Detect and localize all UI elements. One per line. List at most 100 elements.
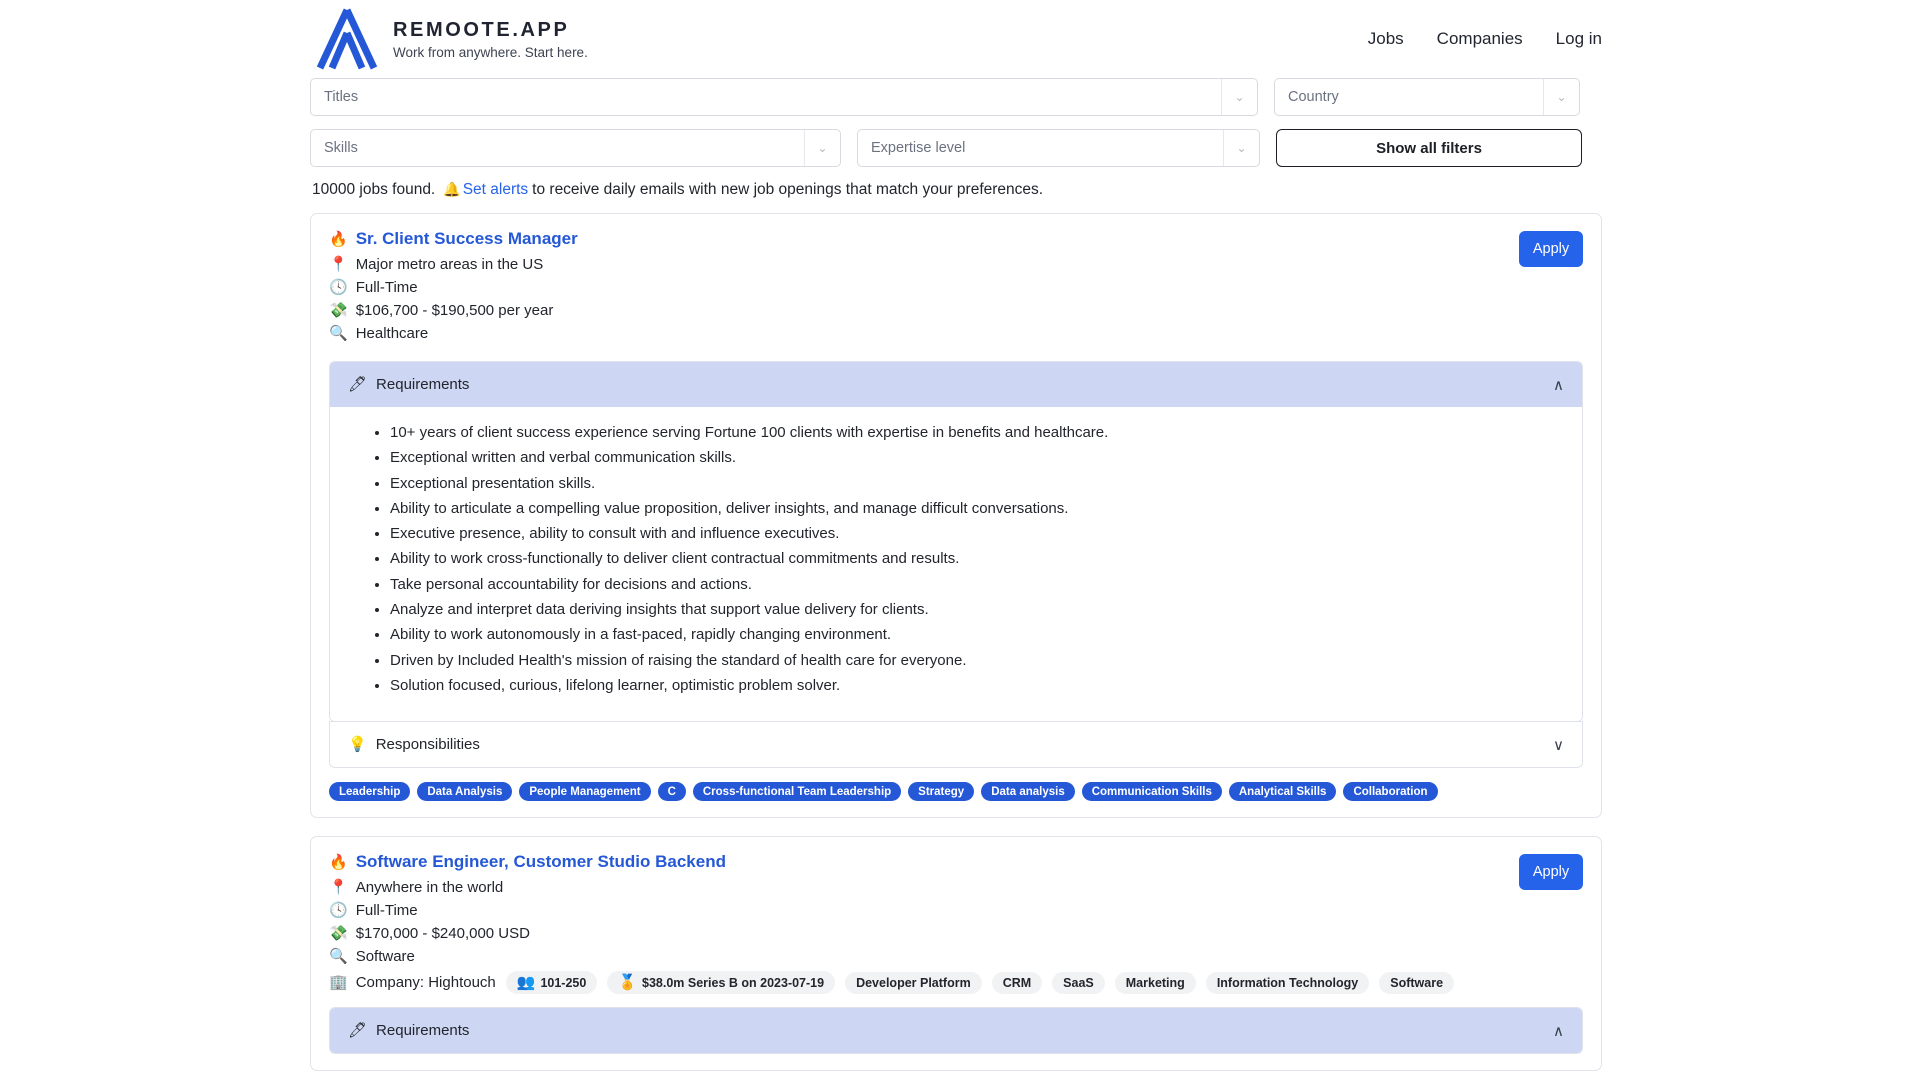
nav-item-jobs[interactable]: Jobs <box>1368 29 1404 49</box>
pin-icon: 📍 <box>329 879 348 897</box>
job-category-text: Software <box>355 948 415 966</box>
requirements-label: Requirements <box>376 376 470 393</box>
requirement-item: Ability to articulate a compelling value… <box>390 499 1582 519</box>
country-select-value: Country <box>1288 89 1339 105</box>
skill-tag[interactable]: Leadership <box>329 782 411 802</box>
industry-chip[interactable]: Information Technology <box>1205 971 1370 994</box>
building-icon: 🏢 <box>329 974 348 992</box>
titles-select[interactable]: Titles ⌄ <box>310 78 1258 116</box>
titles-select-value: Titles <box>324 89 359 105</box>
pen-icon: 🖊 <box>348 376 368 393</box>
pin-icon: 📍 <box>329 256 348 273</box>
bulb-icon: 💡 <box>348 736 367 754</box>
requirement-item: Ability to work cross-functionally to de… <box>390 549 1582 569</box>
requirements-accordion-header[interactable]: 🖊 Requirements ∧ <box>330 1008 1582 1054</box>
industry-chip[interactable]: Software <box>1379 971 1455 994</box>
job-location-text: Anywhere in the world <box>355 879 504 897</box>
pen-icon: 🖊 <box>348 1022 368 1040</box>
job-card-header: 🔥 Software Engineer, Customer Studio Bac… <box>329 852 1583 995</box>
requirement-item: Analyze and interpret data deriving insi… <box>390 600 1582 620</box>
filter-panel: Titles ⌄ Country ⌄ Skills ⌄ Expertise le… <box>0 78 1920 167</box>
job-category: 🔍 Healthcare <box>329 325 1519 342</box>
skill-tag-list: Leadership Data Analysis People Management… <box>329 782 1583 802</box>
requirement-item: Exceptional written and verbal communica… <box>390 448 1582 468</box>
show-all-filters-button[interactable]: Show all filters <box>1276 129 1582 167</box>
brand-logo-group[interactable]: REMOOTE.APP Work from anywhere. Start he… <box>316 7 588 71</box>
skill-tag[interactable]: Communication Skills <box>1081 782 1222 802</box>
nav-item-companies[interactable]: Companies <box>1437 29 1523 49</box>
apply-button[interactable]: Apply <box>1519 231 1583 267</box>
skill-tag[interactable]: Strategy <box>908 782 975 802</box>
skill-tag[interactable]: Data Analysis <box>417 782 513 802</box>
job-salary: 💸 $106,700 - $190,500 per year <box>329 302 1519 319</box>
expertise-select-value: Expertise level <box>871 140 966 156</box>
nav-item-login[interactable]: Log in <box>1556 29 1602 49</box>
fire-icon: 🔥 <box>329 230 348 248</box>
requirements-label: Requirements <box>376 1022 470 1040</box>
job-list: 🔥 Sr. Client Success Manager 📍 Major met… <box>0 213 1920 1072</box>
job-type: 🕓 Full-Time <box>329 279 1519 296</box>
job-salary: 💸 $170,000 - $240,000 USD <box>329 925 1519 942</box>
requirements-body: 10+ years of client success experience s… <box>330 407 1582 722</box>
requirement-item: 10+ years of client success experience s… <box>390 423 1582 443</box>
requirements-accordion-header[interactable]: 🖊 Requirements ∧ <box>330 362 1582 407</box>
country-select[interactable]: Country ⌄ <box>1274 78 1580 116</box>
industry-chip[interactable]: SaaS <box>1052 971 1105 994</box>
job-title-link[interactable]: 🔥 Software Engineer, Customer Studio Bac… <box>329 852 1519 872</box>
set-alerts-link[interactable]: 🔔 Set alerts <box>443 181 528 199</box>
apply-button[interactable]: Apply <box>1519 854 1583 891</box>
job-title-link[interactable]: 🔥 Sr. Client Success Manager <box>329 229 1519 249</box>
requirement-item: Ability to work autonomously in a fast-p… <box>390 625 1582 645</box>
results-summary: 10000 jobs found. 🔔 Set alerts to receive… <box>0 181 1920 199</box>
money-icon: 💸 <box>329 925 348 943</box>
job-location: 📍 Anywhere in the world <box>329 879 1519 896</box>
requirement-item: Solution focused, curious, lifelong lear… <box>390 676 1582 696</box>
expertise-level-select[interactable]: Expertise level ⌄ <box>857 129 1260 167</box>
site-header: REMOOTE.APP Work from anywhere. Start he… <box>0 0 1920 78</box>
chevron-up-icon[interactable]: ∧ <box>1553 376 1564 394</box>
job-salary-text: $170,000 - $240,000 USD <box>355 925 530 943</box>
set-alerts-label: Set alerts <box>462 181 529 198</box>
chevron-down-icon[interactable]: ⌄ <box>1221 79 1257 115</box>
skill-tag[interactable]: C <box>657 782 686 802</box>
chevron-down-icon[interactable]: ∨ <box>1553 736 1564 754</box>
job-type-text: Full-Time <box>355 279 418 296</box>
skill-tag[interactable]: People Management <box>519 782 651 802</box>
headcount-text: 101-250 <box>540 975 587 990</box>
job-summary: 🔥 Sr. Client Success Manager 📍 Major met… <box>329 229 1519 348</box>
skill-tag[interactable]: Data analysis <box>981 782 1075 802</box>
industry-chip[interactable]: Marketing <box>1114 971 1196 994</box>
brand-tagline: Work from anywhere. Start here. <box>393 44 588 60</box>
chevron-down-icon[interactable]: ⌄ <box>1543 79 1579 115</box>
industry-chip[interactable]: CRM <box>991 971 1043 994</box>
industry-chip[interactable]: Developer Platform <box>845 971 982 994</box>
job-category: 🔍 Software <box>329 948 1519 965</box>
requirement-item: Exceptional presentation skills. <box>390 474 1582 494</box>
job-card-header: 🔥 Sr. Client Success Manager 📍 Major met… <box>329 229 1583 348</box>
skills-select[interactable]: Skills ⌄ <box>310 129 841 167</box>
remoote-logo-icon <box>316 8 378 70</box>
skill-tag[interactable]: Analytical Skills <box>1228 782 1337 802</box>
requirements-accordion: 🖊 Requirements ∧ <box>329 1007 1583 1055</box>
results-count: 10000 jobs found. <box>312 181 436 198</box>
page-root: REMOOTE.APP Work from anywhere. Start he… <box>0 0 1920 1080</box>
chevron-up-icon[interactable]: ∧ <box>1553 1022 1564 1040</box>
brand-title: REMOOTE.APP <box>393 18 570 41</box>
requirements-list: 10+ years of client success experience s… <box>330 423 1582 696</box>
chevron-down-icon[interactable]: ⌄ <box>804 130 840 166</box>
chevron-down-icon[interactable]: ⌄ <box>1223 130 1259 166</box>
company-name[interactable]: 🏢 Company: Hightouch <box>329 974 496 991</box>
skill-tag[interactable]: Collaboration <box>1343 782 1438 802</box>
funding-chip: 🏅 $38.0m Series B on 2023-07-19 <box>607 971 836 995</box>
fire-icon: 🔥 <box>329 853 348 871</box>
job-card: 🔥 Software Engineer, Customer Studio Bac… <box>310 836 1602 1072</box>
clock-icon: 🕓 <box>329 902 348 920</box>
industry-chip-list: Developer Platform CRM SaaS Marketing Inform… <box>845 971 1455 994</box>
skills-select-value: Skills <box>324 140 358 156</box>
people-icon: 👥 <box>516 974 536 992</box>
skill-tag[interactable]: Cross-functional Team Leadership <box>692 782 902 802</box>
requirement-item: Executive presence, ability to consult w… <box>390 524 1582 544</box>
responsibilities-accordion-header[interactable]: 💡 Responsibilities ∨ <box>330 722 1582 768</box>
funding-text: $38.0m Series B on 2023-07-19 <box>642 975 825 990</box>
company-row: 🏢 Company: Hightouch 👥 101-250 🏅 $38.0m … <box>329 971 1519 995</box>
